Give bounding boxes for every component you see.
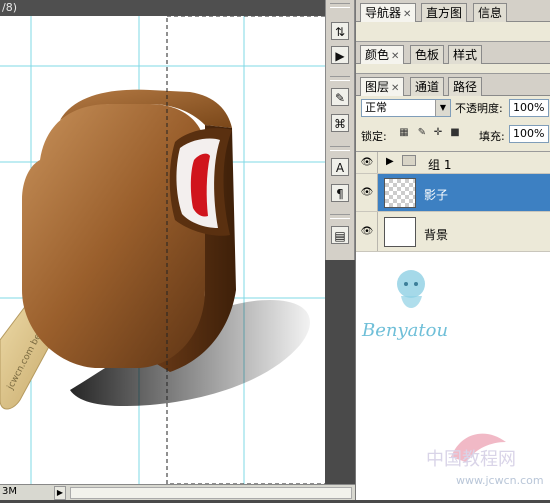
dock-grip[interactable] — [330, 76, 350, 81]
tab-styles[interactable]: 样式 — [448, 45, 483, 64]
zoom-readout: 3M — [2, 486, 17, 497]
eye-icon[interactable]: 👁 — [360, 158, 374, 168]
brushes-icon[interactable]: ✎ — [331, 88, 349, 106]
opacity-input[interactable]: 100% — [509, 99, 549, 117]
layer-name: 影子 — [424, 188, 449, 202]
layers-empty-area: Benyatou 中国教程网 www.jcwcn.com — [356, 252, 550, 500]
character-icon[interactable]: A — [331, 158, 349, 176]
layers-panel-tabs: 图层 ✕ 通道 路径 — [356, 74, 550, 96]
tab-histogram[interactable]: 直方图 — [421, 3, 468, 22]
document-canvas[interactable]: /8) jcwcn.com benyatou — [0, 0, 325, 484]
lock-position-icon[interactable]: ✛ — [432, 127, 444, 139]
chevron-down-icon[interactable]: ▼ — [435, 100, 450, 116]
tab-color[interactable]: 颜色 ✕ — [360, 45, 405, 64]
dock-grip[interactable] — [330, 146, 350, 151]
clone-source-icon[interactable]: ⌘ — [331, 114, 349, 132]
close-icon: ✕ — [391, 83, 400, 94]
layer-row-background[interactable]: 👁 背景 — [356, 212, 550, 252]
tab-navigator[interactable]: 导航器 ✕ — [360, 3, 417, 22]
opacity-label: 不透明度: — [455, 102, 503, 115]
layer-thumbnail — [384, 217, 416, 247]
layer-row-group[interactable]: 👁 ▶ 组 1 — [356, 152, 550, 174]
lock-label: 锁定: — [361, 130, 387, 143]
lock-all-icon[interactable]: ■ — [449, 127, 461, 139]
actions-icon[interactable]: ▶ — [331, 46, 349, 64]
author-watermark: Benyatou — [361, 320, 448, 341]
close-icon: ✕ — [403, 9, 412, 20]
artwork: jcwcn.com benyatou — [0, 16, 325, 484]
dock-grip[interactable] — [330, 214, 350, 219]
lock-transparent-icon[interactable]: ▦ — [398, 127, 410, 139]
eye-icon[interactable]: 👁 — [360, 227, 374, 237]
fill-label: 填充: — [479, 130, 505, 143]
layer-row-shadow[interactable]: 👁 影子 — [356, 174, 550, 212]
horizontal-scrollbar[interactable] — [70, 487, 352, 499]
watermark-art: Benyatou 中国教程网 www.jcwcn.com — [361, 270, 544, 487]
mascot-icon — [397, 270, 425, 308]
tab-layers[interactable]: 图层 ✕ — [360, 77, 405, 96]
tab-info[interactable]: 信息 — [473, 3, 508, 22]
layer-thumbnail — [384, 178, 416, 208]
layer-name: 背景 — [424, 228, 449, 242]
lock-image-icon[interactable]: ✎ — [416, 127, 428, 139]
site-url-watermark: www.jcwcn.com — [456, 474, 544, 487]
tab-channels[interactable]: 通道 — [410, 77, 445, 96]
tool-presets-icon[interactable]: ⇅ — [331, 22, 349, 40]
eye-icon[interactable]: 👁 — [360, 188, 374, 198]
color-panel-tabs: 颜色 ✕ 色板 样式 — [356, 42, 550, 64]
paragraph-icon[interactable]: ¶ — [331, 184, 349, 202]
status-menu-arrow[interactable]: ▶ — [54, 486, 66, 500]
close-icon: ✕ — [391, 51, 400, 62]
blend-mode-value: 正常 — [365, 101, 387, 114]
folder-icon — [402, 155, 416, 166]
panels-column: 导航器 ✕ 直方图 信息 颜色 ✕ 色板 样式 图层 ✕ 通道 路径 正常 ▼ 不透明… — [355, 0, 550, 500]
tab-swatches[interactable]: 色板 — [410, 45, 445, 64]
dock-grip[interactable] — [330, 3, 350, 8]
blend-mode-select[interactable]: 正常 ▼ — [361, 99, 451, 117]
status-bar: 3M ▶ — [0, 484, 355, 500]
document-title-fragment: /8) — [2, 1, 17, 14]
panel-dock-strip: ⇅ ▶ ✎ ⌘ A ¶ ▤ — [325, 0, 355, 260]
layers-controls: 正常 ▼ 不透明度: 100% 锁定: ▦ ✎ ✛ ■ 填充: 100% — [356, 96, 550, 152]
navigator-panel-body — [356, 22, 550, 42]
color-panel-body — [356, 64, 550, 74]
tab-paths[interactable]: 路径 — [448, 77, 483, 96]
site-cn-watermark: 中国教程网 — [426, 449, 516, 470]
layer-comps-icon[interactable]: ▤ — [331, 226, 349, 244]
triangle-right-icon[interactable]: ▶ — [386, 156, 394, 167]
document-title-strip: /8) — [0, 0, 325, 16]
layer-name: 组 1 — [428, 158, 452, 172]
navigator-panel-tabs: 导航器 ✕ 直方图 信息 — [356, 0, 550, 22]
fill-input[interactable]: 100% — [509, 125, 549, 143]
